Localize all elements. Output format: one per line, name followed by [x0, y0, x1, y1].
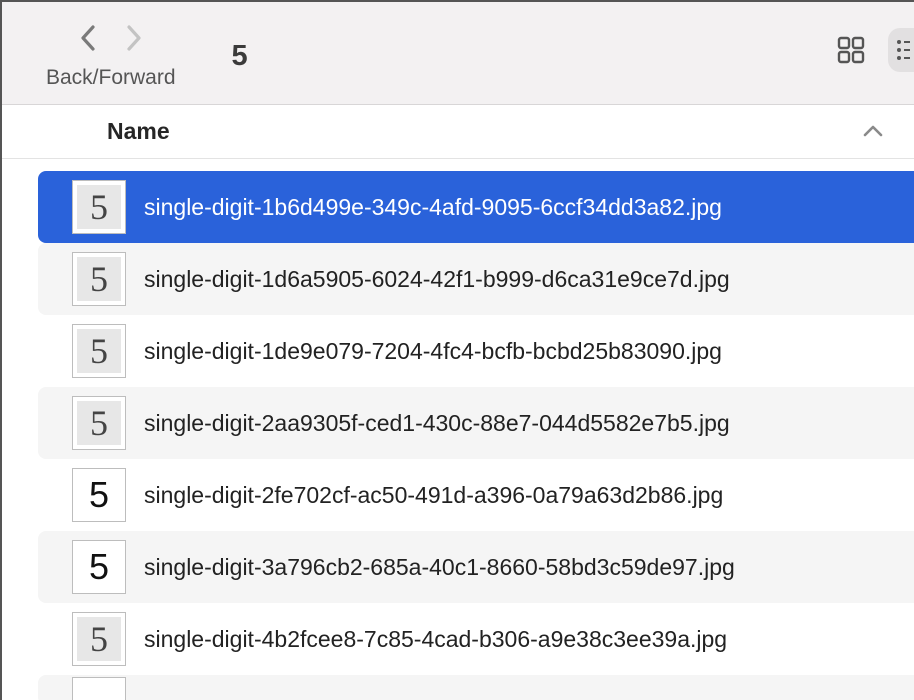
column-header-name[interactable]: Name [2, 105, 914, 159]
file-thumbnail: 5 [72, 180, 126, 234]
file-row[interactable]: 5 single-digit-4b2fcee8-7c85-4cad-b306-a9… [38, 603, 914, 675]
file-thumbnail: 5 [72, 396, 126, 450]
back-forward-group: Back/Forward [46, 24, 176, 90]
file-thumbnail: 5 [72, 468, 126, 522]
file-thumbnail [72, 677, 126, 700]
file-name: single-digit-1d6a5905-6024-42f1-b999-d6c… [144, 266, 730, 293]
back-button[interactable] [79, 24, 97, 52]
list-view-button[interactable] [888, 28, 914, 72]
file-row[interactable]: 5 single-digit-1b6d499e-349c-4afd-9095-6c… [38, 171, 914, 243]
file-name: single-digit-1de9e079-7204-4fc4-bcfb-bcb… [144, 338, 722, 365]
back-forward-label: Back/Forward [46, 66, 176, 90]
window-title: 5 [232, 40, 248, 73]
file-row[interactable]: 5 single-digit-3a796cb2-685a-40c1-8660-58… [38, 531, 914, 603]
file-row[interactable]: 5 single-digit-2aa9305f-ced1-430c-88e7-04… [38, 387, 914, 459]
file-name: single-digit-2aa9305f-ced1-430c-88e7-044… [144, 410, 730, 437]
file-thumbnail: 5 [72, 324, 126, 378]
file-thumbnail: 5 [72, 252, 126, 306]
file-row[interactable]: 5 single-digit-1de9e079-7204-4fc4-bcfb-bc… [38, 315, 914, 387]
file-thumbnail: 5 [72, 540, 126, 594]
sort-ascending-icon [862, 123, 884, 144]
toolbar: Back/Forward 5 [2, 2, 914, 105]
column-header-label: Name [107, 118, 170, 145]
file-row[interactable]: 5 single-digit-2fe702cf-ac50-491d-a396-0a… [38, 459, 914, 531]
file-row[interactable]: 5 single-digit-1d6a5905-6024-42f1-b999-d6… [38, 243, 914, 315]
forward-button[interactable] [125, 24, 143, 52]
file-row[interactable] [38, 675, 914, 700]
icon-view-button[interactable] [836, 35, 866, 65]
file-list: 5 single-digit-1b6d499e-349c-4afd-9095-6c… [2, 159, 914, 700]
file-thumbnail: 5 [72, 612, 126, 666]
file-name: single-digit-2fe702cf-ac50-491d-a396-0a7… [144, 482, 723, 509]
file-name: single-digit-3a796cb2-685a-40c1-8660-58b… [144, 554, 735, 581]
file-name: single-digit-4b2fcee8-7c85-4cad-b306-a9e… [144, 626, 727, 653]
file-name: single-digit-1b6d499e-349c-4afd-9095-6cc… [144, 194, 722, 221]
